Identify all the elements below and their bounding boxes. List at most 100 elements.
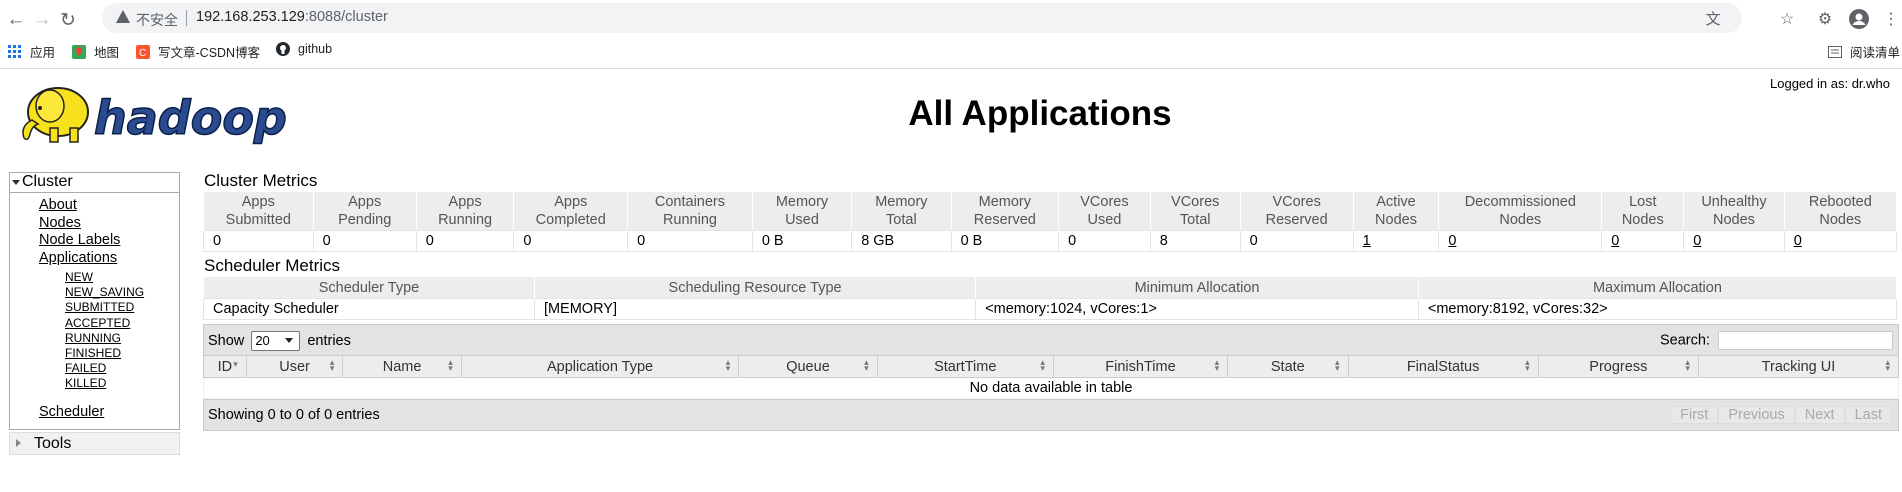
cluster-metric-value: 0	[203, 230, 314, 252]
column-header-finishtime[interactable]: FinishTime ▴ ▾	[1052, 355, 1229, 378]
scheduler-metric-header: Scheduler Type	[203, 277, 535, 299]
reload-icon[interactable]: ↻	[54, 6, 82, 34]
column-header-starttime[interactable]: StartTime ▴ ▾	[876, 355, 1054, 378]
sort-icon: ▴ ▾	[1334, 357, 1340, 373]
empty-table-message: No data available in table	[203, 377, 1899, 399]
sidebar: Cluster About Nodes Node Labels Applicat…	[9, 172, 180, 456]
scheduler-metric-header: Scheduling Resource Type	[533, 277, 977, 299]
cluster-metric-value: 8	[1149, 230, 1241, 252]
extensions-icon[interactable]: ⚙	[1814, 8, 1836, 30]
sort-icon: ▴ ▾	[1040, 357, 1045, 373]
pager-previous-button[interactable]: Previous	[1718, 406, 1795, 424]
sort-descending-icon: ▾	[233, 359, 238, 369]
cluster-metric-header: Apps Pending	[312, 192, 417, 231]
cluster-metrics-title: Cluster Metrics	[204, 171, 318, 190]
insecure-label: 不安全	[136, 12, 178, 28]
app-state-link-running[interactable]: RUNNING	[10, 331, 179, 346]
table-info: Showing 0 to 0 of 0 entries	[208, 407, 380, 423]
translate-icon[interactable]: 文	[1702, 7, 1724, 29]
sort-icon: ▴ ▾	[1525, 357, 1530, 373]
profile-avatar-icon[interactable]	[1848, 8, 1870, 30]
column-header-queue[interactable]: Queue ▴ ▾	[738, 355, 878, 378]
reading-list[interactable]: 阅读清单	[1828, 42, 1900, 61]
maps-icon	[72, 44, 86, 59]
chevron-down-icon	[285, 338, 294, 343]
cluster-metric-header: Rebooted Nodes	[1783, 192, 1898, 231]
column-header-name[interactable]: Name ▴ ▾	[342, 355, 462, 378]
cluster-metric-value: 1	[1352, 230, 1440, 252]
sidebar-link-applications[interactable]: Applications	[10, 250, 179, 268]
cluster-metric-link[interactable]: 1	[1363, 233, 1371, 249]
search-label: Search:	[1659, 332, 1710, 349]
cluster-metric-header: Memory Reserved	[950, 192, 1060, 231]
forward-icon[interactable]: →	[28, 6, 56, 34]
app-state-link-killed[interactable]: KILLED	[10, 376, 179, 391]
collapsed-triangle-icon	[16, 439, 21, 448]
column-header-tracking-ui[interactable]: Tracking UI ▴ ▾	[1697, 355, 1900, 378]
column-header-user[interactable]: User ▴ ▾	[245, 355, 344, 378]
sort-icon: ▴ ▾	[1214, 357, 1220, 373]
cluster-metric-link[interactable]: 0	[1794, 233, 1802, 249]
menu-kebab-icon[interactable]: ⋮	[1880, 8, 1902, 30]
cluster-metric-value: 0 B	[950, 230, 1060, 252]
browser-chrome: ← → ↻ 不安全 192.168.253.129:8088/cluster 文…	[0, 0, 1902, 69]
logged-in-label: Logged in as: dr.who	[1770, 76, 1890, 91]
cluster-metric-value: 0	[1601, 230, 1685, 252]
app-state-link-failed[interactable]: FAILED	[10, 361, 179, 376]
cluster-nav-header[interactable]: Cluster	[10, 173, 179, 193]
app-state-link-submitted[interactable]: SUBMITTED	[10, 300, 179, 315]
column-header-progress[interactable]: Progress ▴ ▾	[1537, 355, 1699, 378]
page-body: hadoop All Applications Logged in as: dr…	[0, 68, 1902, 492]
entries-select[interactable]: 20	[251, 331, 301, 351]
scheduler-metric-value: [MEMORY]	[533, 298, 977, 320]
cluster-metric-header: Memory Total	[851, 192, 952, 231]
app-state-link-new[interactable]: NEW	[10, 270, 179, 285]
cluster-metric-value: 0	[1058, 230, 1151, 252]
csdn-icon: C	[136, 44, 150, 59]
bookmark-github[interactable]: github	[276, 42, 332, 56]
cluster-metric-value: 0	[1438, 230, 1603, 252]
scheduler-metrics-table: Scheduler Type Scheduling Resource Type Mi…	[203, 277, 1898, 320]
apps-grid-icon	[8, 44, 22, 59]
column-header-id[interactable]: ID ▾	[203, 355, 247, 378]
bookmark-csdn[interactable]: C 写文章-CSDN博客	[136, 42, 260, 61]
cluster-metric-header: Unhealthy Nodes	[1683, 192, 1785, 231]
url-text[interactable]: 192.168.253.129:8088/cluster	[196, 9, 388, 25]
cluster-metric-header: Memory Used	[751, 192, 853, 231]
cluster-metric-link[interactable]: 0	[1693, 233, 1701, 249]
scheduler-metrics-title: Scheduler Metrics	[204, 256, 341, 275]
sidebar-link-node-labels[interactable]: Node Labels	[10, 232, 179, 250]
cluster-metric-header: Active Nodes	[1352, 192, 1440, 231]
cluster-metric-value: 0	[1239, 230, 1354, 252]
column-header-state[interactable]: State ▴ ▾	[1227, 355, 1349, 378]
sidebar-link-scheduler[interactable]: Scheduler	[10, 404, 179, 422]
app-state-link-accepted[interactable]: ACCEPTED	[10, 316, 179, 331]
column-header-finalstatus[interactable]: FinalStatus ▴ ▾	[1347, 355, 1539, 378]
svg-text:C: C	[139, 48, 146, 59]
applications-table: ID ▾ User ▴ ▾ Name ▴ ▾ Application Type ▴ ▾ Queue ▴ ▾…	[203, 355, 1900, 399]
pagination: First Previous Next Last	[1670, 406, 1892, 424]
bookmark-maps[interactable]: 地图	[72, 42, 119, 61]
bookmark-star-icon[interactable]: ☆	[1776, 8, 1798, 30]
pager-last-button[interactable]: Last	[1844, 406, 1892, 424]
app-state-link-new-saving[interactable]: NEW_SAVING	[10, 285, 179, 300]
column-header-application-type[interactable]: Application Type ▴ ▾	[460, 355, 740, 378]
back-icon[interactable]: ←	[2, 6, 30, 34]
sort-icon: ▴ ▾	[1885, 357, 1890, 373]
app-state-link-finished[interactable]: FINISHED	[10, 346, 179, 361]
pager-next-button[interactable]: Next	[1794, 406, 1845, 424]
address-bar[interactable]: 不安全 192.168.253.129:8088/cluster 文	[102, 3, 1742, 33]
cluster-metric-header: Containers Running	[627, 192, 753, 231]
sort-icon: ▴ ▾	[864, 357, 869, 373]
pager-first-button[interactable]: First	[1670, 406, 1719, 424]
main-content: Cluster Metrics Apps Submitted Apps Pending…	[203, 170, 1900, 431]
cluster-metric-value: 0	[1783, 230, 1898, 252]
apps-table-toolbar: Show 20 entries Search:	[203, 324, 1899, 355]
sidebar-link-about[interactable]: About	[10, 197, 179, 215]
bookmark-apps[interactable]: 应用	[8, 42, 55, 61]
cluster-metric-link[interactable]: 0	[1611, 233, 1619, 249]
tools-nav-header[interactable]: Tools	[9, 432, 180, 456]
cluster-metric-link[interactable]: 0	[1448, 233, 1456, 249]
sidebar-link-nodes[interactable]: Nodes	[10, 215, 179, 233]
search-input[interactable]	[1718, 331, 1893, 350]
